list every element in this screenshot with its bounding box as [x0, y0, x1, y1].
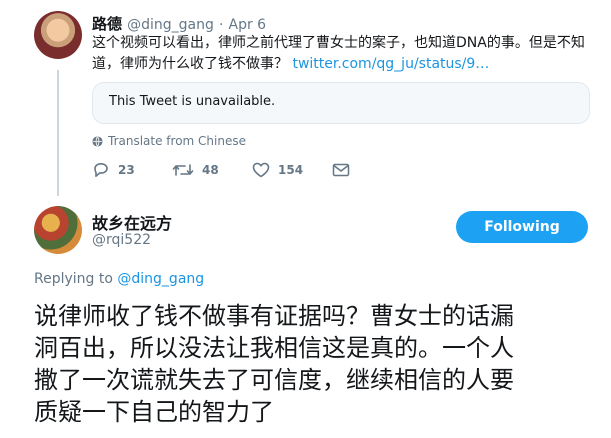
tweet-body-line: 撒了一次谎就失去了可信度，继续相信的人要 [34, 366, 514, 394]
retweet-count: 48 [202, 163, 219, 177]
replying-to: Replying to @ding_gang [34, 271, 204, 287]
following-button[interactable]: Following [456, 211, 588, 243]
tweet-text: 这个视频可以看出，律师之前代理了曹女士的案子，也知道DNA的事。但是不知 道，律… [92, 33, 597, 75]
replying-prefix: Replying to [34, 271, 113, 287]
quote-text: This Tweet is unavailable. [109, 94, 276, 109]
dm-button[interactable] [332, 163, 350, 177]
replying-handle[interactable]: @ding_gang [117, 271, 204, 287]
reply-icon [94, 163, 108, 177]
handle[interactable]: @rqi522 [92, 232, 151, 248]
tweet-header: 路德 @ding_gang · Apr 6 [92, 13, 266, 34]
retweet-icon [172, 164, 194, 176]
tweet-link[interactable]: twitter.com/qg_ju/status/9… [292, 56, 489, 72]
retweet-button[interactable]: 48 [172, 162, 252, 178]
tweet-body-line: 质疑一下自己的智力了 [34, 398, 274, 426]
tweet-text-line: 道，律师为什么收了钱不做事？ twitter.com/qg_ju/status/… [92, 56, 490, 72]
display-name[interactable]: 路德 [92, 15, 122, 33]
thread-line [57, 70, 59, 196]
handle[interactable]: @ding_gang [127, 17, 214, 33]
reply-count: 23 [118, 163, 135, 177]
like-count: 154 [278, 163, 304, 177]
display-name[interactable]: 故乡在远方 [92, 210, 172, 234]
tweet-actions: 23 48 154 [92, 162, 350, 178]
heart-icon [252, 162, 270, 178]
envelope-icon [332, 163, 350, 177]
tweet-text-line: 这个视频可以看出，律师之前代理了曹女士的案子，也知道DNA的事。但是不知 [92, 35, 585, 51]
reply-button[interactable]: 23 [92, 162, 172, 178]
tweet-body-line: 说律师收了钱不做事有证据吗？曹女士的话漏 [34, 302, 514, 330]
globe-icon [92, 135, 103, 147]
translate-label: Translate from Chinese [108, 134, 246, 148]
tweet-date[interactable]: Apr 6 [229, 17, 267, 33]
separator: · [218, 17, 224, 33]
translate-button[interactable]: Translate from Chinese [92, 134, 246, 148]
tweet-body-line: 洞百出，所以没法让我相信这是真的。一个人 [34, 334, 514, 362]
tweet-body: 说律师收了钱不做事有证据吗？曹女士的话漏 洞百出，所以没法让我相信这是真的。一个… [34, 300, 594, 428]
avatar[interactable] [34, 206, 82, 254]
quoted-tweet-unavailable: This Tweet is unavailable. [92, 82, 590, 124]
like-button[interactable]: 154 [252, 162, 332, 178]
avatar[interactable] [34, 11, 82, 59]
